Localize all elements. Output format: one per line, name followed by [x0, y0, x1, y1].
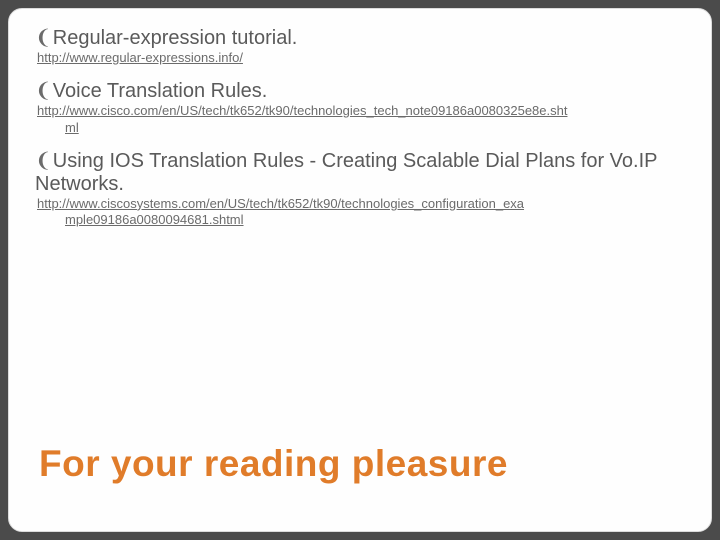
- list-item: ❨Using IOS Translation Rules - Creating …: [35, 150, 685, 229]
- link-text-wrap: mple09186a0080094681.shtml: [37, 212, 685, 228]
- reference-link[interactable]: http://www.regular-expressions.info/: [35, 50, 685, 66]
- link-text: http://www.regular-expressions.info/: [37, 50, 243, 65]
- list-item: ❨Regular-expression tutorial. http://www…: [35, 27, 685, 66]
- list-item: ❨Voice Translation Rules. http://www.cis…: [35, 80, 685, 136]
- bullet-icon: ❨: [35, 150, 51, 172]
- bullet-row: ❨Regular-expression tutorial.: [35, 27, 685, 50]
- bullet-text: Regular-expression tutorial.: [53, 27, 298, 49]
- page-title: For your reading pleasure: [39, 443, 508, 485]
- link-text-wrap: ml: [37, 120, 685, 136]
- slide-body: ❨Regular-expression tutorial. http://www…: [8, 8, 712, 532]
- bullet-text: Voice Translation Rules.: [53, 80, 268, 102]
- bullet-row: ❨Using IOS Translation Rules - Creating …: [35, 150, 685, 196]
- slide-outer: ❨Regular-expression tutorial. http://www…: [0, 0, 720, 540]
- bullet-icon: ❨: [35, 80, 51, 102]
- reference-link[interactable]: http://www.ciscosystems.com/en/US/tech/t…: [35, 196, 685, 229]
- link-text: http://www.ciscosystems.com/en/US/tech/t…: [37, 196, 524, 211]
- reference-link[interactable]: http://www.cisco.com/en/US/tech/tk652/tk…: [35, 103, 685, 136]
- bullet-text: Using IOS Translation Rules - Creating S…: [35, 150, 657, 195]
- bullet-icon: ❨: [35, 27, 51, 49]
- bullet-row: ❨Voice Translation Rules.: [35, 80, 685, 103]
- link-text: http://www.cisco.com/en/US/tech/tk652/tk…: [37, 103, 567, 118]
